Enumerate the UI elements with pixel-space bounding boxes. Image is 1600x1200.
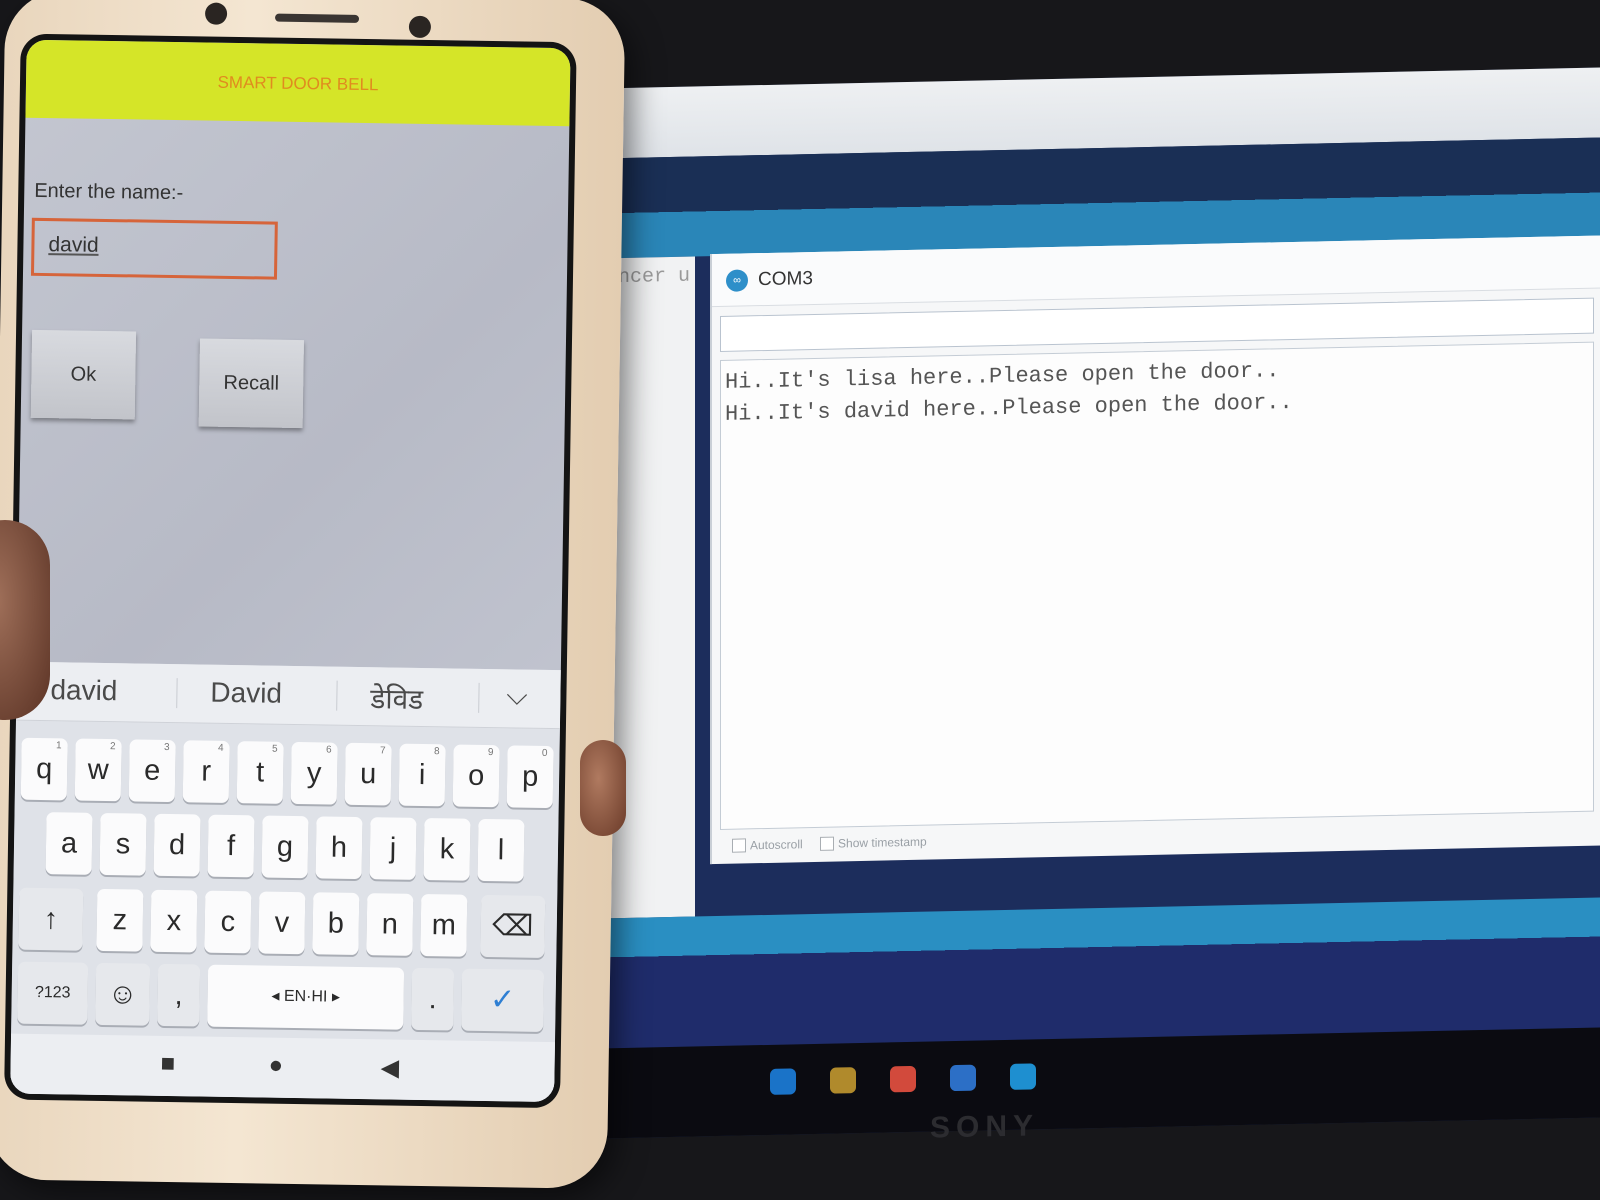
key-a[interactable]: a [45,812,93,875]
key-t[interactable]: t5 [236,741,284,804]
key-r[interactable]: r4 [182,740,230,803]
key-j[interactable]: j [369,817,417,880]
serial-port-name: COM3 [758,268,813,291]
holding-thumb [580,740,626,836]
key-z[interactable]: z [96,888,144,952]
smartphone: SMART DOOR BELL Enter the name:- david O… [0,0,626,1189]
key-k[interactable]: k [423,818,471,881]
key-c[interactable]: c [204,890,252,954]
serial-output: Hi..It's lisa here..Please open the door… [720,341,1594,830]
home-icon[interactable]: ● [268,1052,283,1080]
name-prompt-label: Enter the name:- [34,179,184,205]
laptop-screen: incer u ∞ COM3 Hi..It's lisa here..Pleas… [600,67,1600,1145]
suggestion-item[interactable]: डेविड [370,679,423,718]
key-b[interactable]: b [312,892,360,956]
key-n[interactable]: n [366,893,414,956]
suggestion-item[interactable]: David [210,677,282,710]
laptop-brand-logo: SONY [930,1109,1040,1145]
arduino-logo-icon: ∞ [726,269,748,292]
key-e[interactable]: e3 [128,739,176,803]
key-hint: 4 [217,742,224,754]
timestamp-label: Show timestamp [838,834,927,851]
back-icon[interactable]: ◀ [380,1053,399,1082]
store-icon[interactable] [950,1064,976,1092]
suggestion-strip: david David डेविड ⌵ [15,661,561,730]
suggestion-divider [336,680,338,711]
edge-browser-icon[interactable] [770,1068,796,1095]
proximity-sensor [408,15,432,39]
android-nav-bar: ■ ● ◀ [10,1033,555,1103]
suggestion-item[interactable]: david [50,674,117,707]
key-v[interactable]: v [258,891,306,955]
enter-check-icon[interactable]: ✓ [461,968,545,1032]
suggestion-divider [176,678,178,709]
shift-icon[interactable]: ↑ [18,887,84,951]
soft-keyboard: david David डेविड ⌵ q1w2e3r4t5y6u7i8o9p0… [10,661,561,1103]
serial-footer: Autoscroll Show timestamp [732,833,941,853]
key-hint: 3 [163,741,170,754]
key-hint: 0 [541,747,548,759]
door-bell-app: SMART DOOR BELL Enter the name:- david O… [10,39,571,1103]
key-p[interactable]: p0 [506,745,554,809]
front-camera [204,2,228,25]
key-x[interactable]: x [150,889,198,953]
key-o[interactable]: o9 [452,744,500,808]
key-hint: 6 [325,744,332,756]
chrome-browser-icon[interactable] [890,1065,916,1093]
key-y[interactable]: y6 [290,741,338,805]
space-key[interactable]: ◂ EN·HI ▸ [207,964,405,1030]
recall-button[interactable]: Recall [198,338,304,429]
key-hint: 5 [271,743,278,755]
emoji-icon[interactable]: ☺ [95,962,151,1026]
key-u[interactable]: u7 [344,742,392,806]
backspace-icon[interactable]: ⌫ [480,894,546,958]
ok-button[interactable]: Ok [30,329,137,420]
earpiece-speaker [274,13,360,23]
key-f[interactable]: f [207,814,255,878]
key-hint: 9 [487,747,494,759]
holding-finger [0,520,50,720]
key-hint: 1 [55,740,62,752]
key-w[interactable]: w2 [74,738,122,802]
suggestion-divider [478,682,480,713]
serial-monitor-window: ∞ COM3 Hi..It's lisa here..Please open t… [710,235,1600,865]
name-input[interactable]: david [30,217,278,280]
app-title-bar: SMART DOOR BELL [25,39,571,127]
period-key[interactable]: . [411,967,455,1031]
autoscroll-label: Autoscroll [750,837,803,853]
key-m[interactable]: m [420,894,468,957]
autoscroll-checkbox[interactable] [732,838,746,853]
name-input-value: david [48,233,99,257]
app-title: SMART DOOR BELL [217,72,379,95]
file-explorer-icon[interactable] [830,1067,856,1094]
timestamp-checkbox[interactable] [820,836,835,851]
phone-screen: SMART DOOR BELL Enter the name:- david O… [4,33,577,1109]
key-h[interactable]: h [315,816,363,880]
symbols-key[interactable]: ?123 [17,961,89,1025]
key-d[interactable]: d [153,813,201,877]
arduino-app-icon[interactable] [1010,1063,1036,1090]
key-i[interactable]: i8 [398,743,446,807]
key-s[interactable]: s [99,812,147,876]
ide-console-band [600,897,1600,1049]
key-hint: 8 [433,746,440,758]
recents-icon[interactable]: ■ [160,1050,175,1078]
comma-key[interactable]: , [157,963,201,1027]
chevron-down-icon[interactable]: ⌵ [506,679,528,712]
key-g[interactable]: g [261,815,309,879]
key-q[interactable]: q1 [20,737,68,801]
key-l[interactable]: l [477,818,525,882]
key-hint: 7 [379,745,386,757]
key-hint: 2 [109,741,116,753]
